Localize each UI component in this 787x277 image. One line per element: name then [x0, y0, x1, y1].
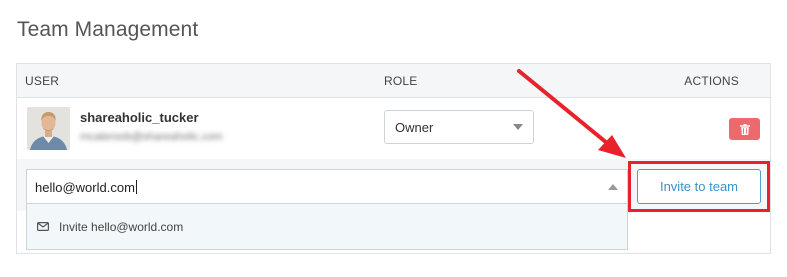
envelope-icon — [37, 222, 49, 231]
table-header: USER ROLE ACTIONS — [17, 64, 770, 98]
role-select[interactable]: Owner — [384, 110, 534, 144]
page-title: Team Management — [17, 18, 199, 41]
divider — [16, 253, 771, 254]
delete-user-button[interactable] — [729, 118, 760, 140]
team-table: USER ROLE ACTIONS shareaholic_tucker mca… — [16, 63, 771, 253]
chevron-up-icon[interactable] — [608, 184, 618, 190]
invite-email-input[interactable]: hello@world.com — [26, 169, 628, 204]
trash-icon — [739, 123, 750, 135]
column-header-user: USER — [25, 74, 60, 88]
text-cursor — [135, 180, 137, 194]
role-select-value: Owner — [395, 120, 434, 135]
username: shareaholic_tucker — [80, 110, 199, 125]
invite-email-value: hello@world.com — [35, 180, 137, 195]
column-header-actions: ACTIONS — [684, 74, 739, 88]
table-row: shareaholic_tucker mcaleroob@shareaholic… — [17, 98, 770, 159]
avatar — [27, 107, 70, 150]
invite-suggestion-option[interactable]: Invite hello@world.com — [59, 220, 183, 234]
column-header-role: ROLE — [384, 74, 418, 88]
user-email: mcaleroob@shareaholic.com — [80, 131, 223, 143]
highlight-box — [628, 161, 770, 212]
invite-suggestion-dropdown[interactable]: Invite hello@world.com — [26, 204, 628, 250]
chevron-down-icon — [513, 124, 523, 130]
